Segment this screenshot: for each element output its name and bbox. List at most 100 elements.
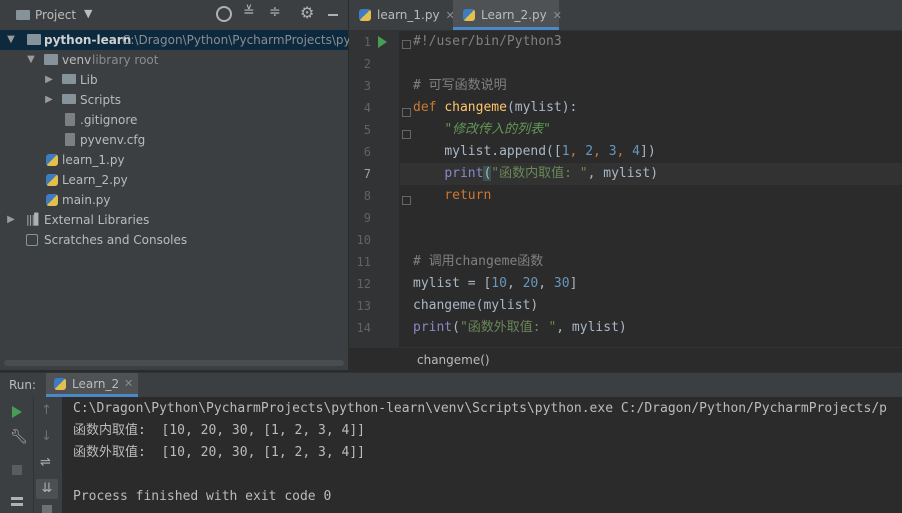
keyword: def [413, 100, 437, 115]
chevron-down-icon[interactable]: ▼ [26, 50, 36, 70]
close-icon[interactable]: ✕ [553, 9, 562, 22]
folder-icon [62, 94, 76, 104]
number: 3 [608, 144, 617, 159]
number: 4 [632, 144, 640, 159]
minimize-icon[interactable] [328, 14, 338, 16]
run-gutter-icon[interactable] [378, 36, 387, 48]
line-number: 6 [363, 145, 371, 159]
tree-item-external-libraries[interactable]: ▶ |||▌ External Libraries [0, 210, 348, 230]
folder-icon [16, 10, 30, 20]
chevron-right-icon[interactable]: ▶ [6, 210, 16, 230]
comment: 函数 [517, 254, 544, 269]
expand-all-icon[interactable]: ≚ [243, 4, 255, 20]
tab-label: learn_1.py [377, 8, 440, 22]
comment: # 可写函数说明 [413, 78, 507, 93]
chevron-down-icon[interactable]: ▼ [84, 7, 92, 20]
project-toolbar: Project ▼ ≚ ≑ ⚙ [0, 0, 348, 31]
tree-item-main[interactable]: main.py [0, 190, 348, 210]
line-number: 1 [363, 35, 371, 49]
fold-marker-icon[interactable] [402, 108, 411, 117]
line-number: 14 [356, 321, 371, 335]
tree-item-label: python-learn [44, 33, 132, 47]
tree-item-lib[interactable]: ▶ Lib [0, 70, 348, 90]
tree-item-label: learn_1.py [62, 153, 125, 167]
gear-icon[interactable]: ⚙ [300, 3, 314, 22]
tree-item-label: pyvenv.cfg [80, 133, 146, 147]
run-tab-learn-2[interactable]: Learn_2 ✕ [46, 373, 138, 397]
project-view-title[interactable]: Project [35, 8, 76, 22]
console-line: 函数外取值: [10, 20, 30, [1, 2, 3, 4]] [73, 445, 365, 460]
rerun-icon[interactable] [12, 406, 22, 418]
scroll-to-end-icon[interactable]: ⇊ [36, 479, 58, 499]
tree-item-pyvenv-cfg[interactable]: pyvenv.cfg [0, 130, 348, 150]
code-text: , mylist) [587, 166, 659, 181]
collapse-all-icon[interactable]: ≑ [269, 4, 281, 20]
arrow-up-icon[interactable]: ↑ [41, 403, 52, 418]
run-console[interactable]: C:\Dragon\Python\PycharmProjects\python-… [62, 397, 902, 513]
line-number: 13 [356, 299, 371, 313]
run-label: Run: [9, 378, 37, 392]
wrench-icon[interactable]: 🔧︎ [10, 429, 28, 445]
code-text: (mylist): [506, 100, 578, 115]
python-file-icon [463, 9, 475, 21]
number: 30 [553, 276, 570, 291]
line-number: 9 [363, 211, 371, 225]
comment: changeme [454, 254, 518, 269]
layout-icon[interactable] [11, 497, 23, 506]
stop-icon[interactable] [12, 465, 22, 475]
chevron-right-icon[interactable]: ▶ [44, 90, 54, 110]
tree-item-venv[interactable]: ▼ venv library root [0, 50, 348, 70]
horizontal-scrollbar[interactable] [4, 360, 344, 366]
tree-item-label: External Libraries [44, 213, 150, 227]
code-text: ] [569, 276, 578, 291]
python-file-icon [46, 194, 58, 206]
builtin: print [444, 166, 484, 181]
tree-item-path: C:\Dragon\Python\PycharmProjects\pytho [122, 33, 371, 47]
tree-item-learn-1[interactable]: learn_1.py [0, 150, 348, 170]
fold-marker-icon[interactable] [402, 196, 411, 205]
tree-item-python-learn[interactable]: ▼ python-learn C:\Dragon\Python\PycharmP… [0, 30, 370, 50]
string: "函数外取值: " [459, 320, 557, 335]
number: 20 [522, 276, 539, 291]
scratches-icon [26, 234, 38, 246]
chevron-down-icon[interactable]: ▼ [6, 30, 16, 50]
line-number: 7 [363, 167, 371, 181]
print-icon[interactable] [42, 505, 52, 513]
fold-marker-icon[interactable] [402, 40, 411, 49]
run-toolbar-secondary: ↑ ↓ ⇌ ⇊ [33, 397, 62, 513]
code-text: mylist = [ [413, 276, 492, 291]
fold-marker-icon[interactable] [402, 130, 411, 139]
tree-item-scripts[interactable]: ▶ Scripts [0, 90, 348, 110]
editor-tab-bar: learn_1.py ✕ Learn_2.py ✕ [349, 0, 902, 31]
close-icon[interactable]: ✕ [124, 377, 133, 390]
locate-icon[interactable] [216, 6, 232, 22]
soft-wrap-icon[interactable]: ⇌ [40, 455, 51, 470]
code-text: changeme(mylist) [413, 298, 539, 313]
keyword: return [444, 188, 492, 203]
function-name: changeme [444, 100, 507, 115]
console-line: C:\Dragon\Python\PycharmProjects\python-… [73, 401, 887, 416]
code-text: , mylist) [556, 320, 627, 335]
tab-learn-2[interactable]: Learn_2.py ✕ [453, 0, 562, 30]
builtin: print [413, 320, 453, 335]
python-file-icon [54, 378, 66, 390]
line-number: 10 [356, 233, 371, 247]
tab-learn-1[interactable]: learn_1.py ✕ [349, 0, 469, 30]
number: 10 [491, 276, 507, 291]
library-root-hint: library root [92, 53, 159, 67]
arrow-down-icon[interactable]: ↓ [41, 429, 52, 444]
code-editor[interactable]: #!/user/bin/Python3 # 可写函数说明 def changem… [400, 31, 902, 347]
tree-item-gitignore[interactable]: .gitignore [0, 110, 348, 130]
tree-item-label: Lib [80, 73, 98, 87]
tree-item-learn-2[interactable]: Learn_2.py [0, 170, 348, 190]
chevron-right-icon[interactable]: ▶ [44, 70, 54, 90]
breadcrumb-item[interactable]: changeme() [417, 353, 490, 367]
library-icon: |||▌ [26, 213, 43, 226]
folder-icon [44, 54, 58, 65]
tab-label: Learn_2.py [481, 8, 547, 22]
string: "函数内取值: " [491, 166, 588, 181]
run-tool-header: Run: Learn_2 ✕ [0, 372, 902, 397]
tree-item-scratches[interactable]: Scratches and Consoles [0, 230, 348, 250]
python-file-icon [359, 9, 371, 21]
folder-icon [62, 74, 76, 84]
